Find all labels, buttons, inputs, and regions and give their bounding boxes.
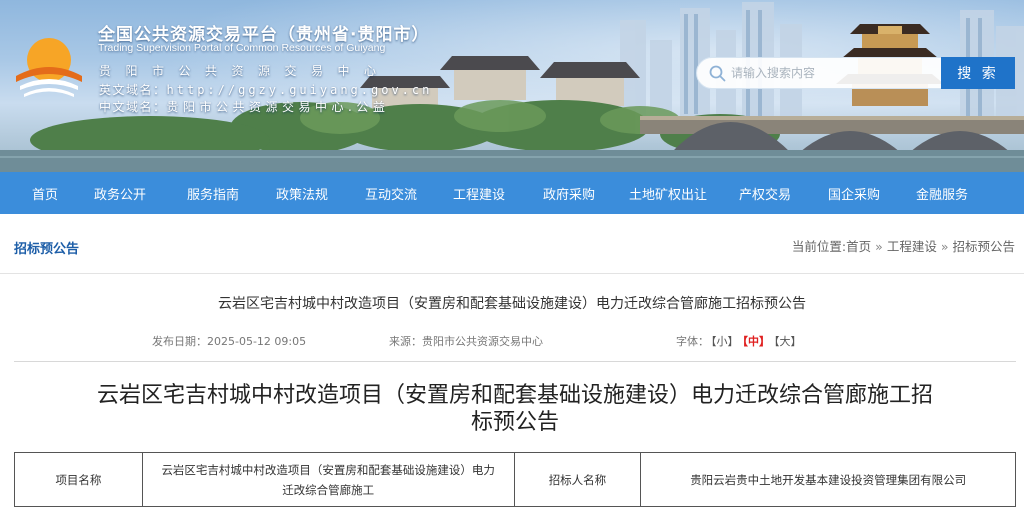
section-header: 招标预公告 当前位置:首页» 工程建设» 招标预公告 (0, 214, 1024, 274)
source-value: 贵阳市公共资源交易中心 (422, 335, 543, 348)
breadcrumb-item-home[interactable]: 首页 (846, 239, 871, 254)
breadcrumb-prefix: 当前位置: (791, 239, 847, 254)
en-domain-value: http://ggzy.guiyang.gov.cn (166, 83, 433, 97)
nav-item-service-guide[interactable]: 服务指南 (170, 184, 256, 203)
nav-item-land-mining[interactable]: 土地矿权出让 (614, 184, 722, 203)
en-domain-label: 英文域名： (99, 83, 167, 97)
publish-date-value: 2025-05-12 09:05 (207, 335, 307, 348)
search-button[interactable]: 搜 索 (941, 57, 1015, 89)
nav-item-finance[interactable]: 金融服务 (900, 184, 984, 203)
nav-item-soe-procurement[interactable]: 国企采购 (808, 184, 900, 203)
project-name-value-line2: 迁改综合管廊施工 (282, 482, 375, 497)
breadcrumb-separator: » (940, 239, 949, 254)
project-name-label: 项目名称 (14, 452, 143, 507)
search-box (696, 57, 942, 89)
publish-date-label: 发布日期： (152, 335, 207, 348)
font-size-switcher: 字体： 【小】 【中】 【大】 (676, 333, 804, 349)
main-nav: 首页 政务公开 服务指南 政策法规 互动交流 工程建设 政府采购 土地矿权出让 … (0, 172, 1024, 214)
nav-item-home[interactable]: 首页 (20, 184, 70, 203)
font-size-medium-link[interactable]: 【中】 (743, 335, 771, 348)
font-size-large-link[interactable]: 【大】 (774, 335, 802, 348)
project-name-value: 云岩区宅吉村城中村改造项目（安置房和配套基础设施建设）电力 迁改综合管廊施工 (141, 452, 515, 507)
tenderer-value: 贵阳云岩贵中土地开发基本建设投资管理集团有限公司 (640, 452, 1016, 507)
document-heading-line2: 标预公告 (470, 410, 559, 435)
site-logo-icon (16, 38, 82, 97)
cn-domain-label: 中文域名： (99, 100, 167, 114)
font-size-label: 字体： (676, 335, 709, 348)
tenderer-label: 招标人名称 (513, 452, 642, 507)
nav-item-gov-procurement[interactable]: 政府采购 (524, 184, 614, 203)
content-divider (14, 361, 1016, 362)
header-banner: 全国公共资源交易平台（贵州省·贵阳市） Trading Supervision … (0, 0, 1024, 172)
nav-item-gov-affairs[interactable]: 政务公开 (70, 184, 170, 203)
nav-item-interaction[interactable]: 互动交流 (348, 184, 434, 203)
search-input[interactable] (731, 63, 931, 83)
table-row: 项目名称 云岩区宅吉村城中村改造项目（安置房和配套基础设施建设）电力 迁改综合管… (14, 452, 1016, 507)
breadcrumb-separator: » (875, 239, 883, 254)
search-icon (709, 65, 726, 82)
source-label: 来源： (389, 335, 422, 348)
publish-date: 发布日期：2025-05-12 09:05 (152, 333, 306, 349)
breadcrumb-item-current[interactable]: 招标预公告 (952, 239, 1015, 254)
cn-domain-line: 中文域名：贵阳市公共资源交易中心.公益 (99, 98, 389, 115)
breadcrumb: 当前位置:首页» 工程建设» 招标预公告 (792, 236, 1015, 255)
cn-domain-value: 贵阳市公共资源交易中心.公益 (166, 100, 390, 114)
en-domain-line: 英文域名：http://ggzy.guiyang.gov.cn (99, 81, 432, 98)
nav-item-construction[interactable]: 工程建设 (434, 184, 524, 203)
document-heading-line1: 云岩区宅吉村城中村改造项目（安置房和配套基础设施建设）电力迁改综合管廊施工招 (96, 383, 933, 408)
notice-title: 云岩区宅吉村城中村改造项目（安置房和配套基础设施建设）电力迁改综合管廊施工招标预… (218, 296, 806, 312)
section-title: 招标预公告 (14, 242, 80, 257)
document-heading: 云岩区宅吉村城中村改造项目（安置房和配套基础设施建设）电力迁改综合管廊施工招 标… (30, 382, 1000, 436)
project-name-value-line1: 云岩区宅吉村城中村改造项目（安置房和配套基础设施建设）电力 (161, 462, 495, 477)
nav-item-policy[interactable]: 政策法规 (256, 184, 348, 203)
font-size-small-link[interactable]: 【小】 (711, 335, 739, 348)
site-title-en: Trading Supervision Portal of Common Res… (98, 42, 386, 54)
source-info: 来源：贵阳市公共资源交易中心 (389, 333, 543, 349)
nav-item-property-rights[interactable]: 产权交易 (722, 184, 808, 203)
org-name-line: 贵阳市公共资源交易中心 (99, 64, 391, 78)
project-info-table: 项目名称 云岩区宅吉村城中村改造项目（安置房和配套基础设施建设）电力 迁改综合管… (14, 452, 1016, 507)
breadcrumb-item-construction[interactable]: 工程建设 (887, 239, 937, 254)
